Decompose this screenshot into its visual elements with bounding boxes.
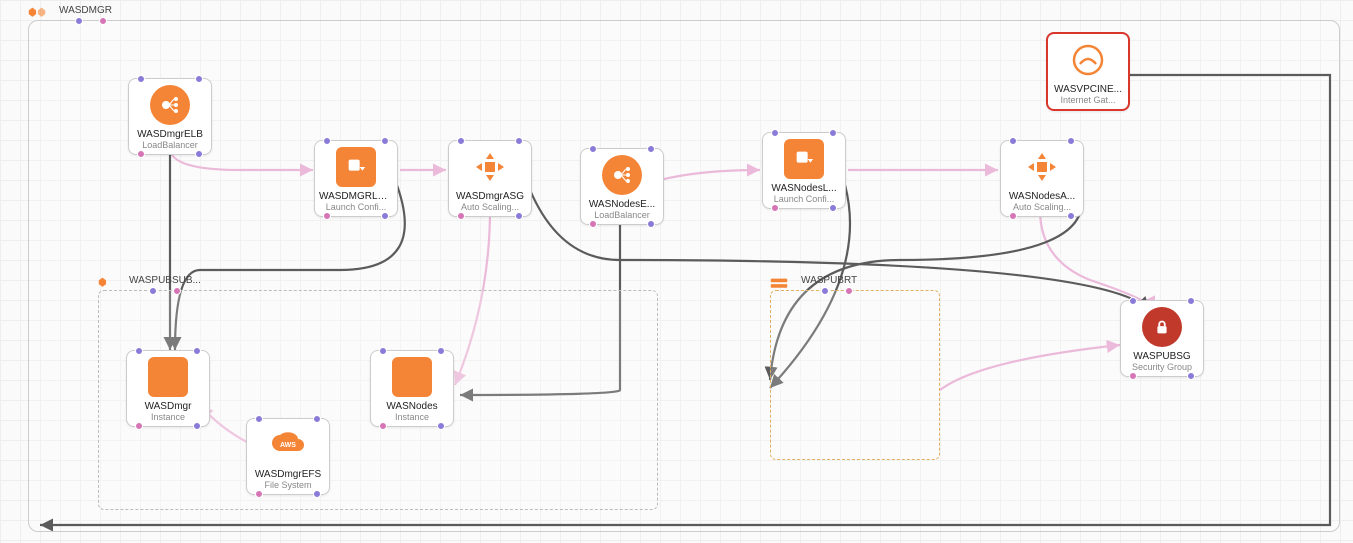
aws-logo-icon (25, 3, 49, 27)
ec2-instance-icon (392, 357, 432, 397)
node-subtitle: Security Group (1125, 362, 1199, 372)
node-title: WASDmgrASG (453, 191, 527, 202)
node-wasnodes[interactable]: WASNodes Instance (370, 350, 454, 427)
node-title: WASNodesL... (767, 183, 841, 194)
ec2-instance-icon (148, 357, 188, 397)
node-subtitle: LoadBalancer (133, 140, 207, 150)
node-title: WASDmgrEFS (251, 469, 325, 480)
group-label: WASPUBRT (801, 275, 857, 286)
group-label: WASPUBSUB... (129, 275, 201, 286)
node-title: WASDMGRLC... (319, 191, 393, 202)
node-subtitle: File System (251, 480, 325, 490)
node-title: WASNodesA... (1005, 191, 1079, 202)
node-subtitle: Auto Scaling... (1005, 202, 1079, 212)
node-wasnodesa[interactable]: WASNodesA... Auto Scaling... (1000, 140, 1084, 217)
route-table-icon (767, 273, 791, 297)
node-wasdmgr[interactable]: WASDmgr Instance (126, 350, 210, 427)
node-waspubsg[interactable]: WASPUBSG Security Group (1120, 300, 1204, 377)
group-label: WASDMGR (59, 5, 112, 16)
efs-icon: AWS (268, 425, 308, 465)
aws-logo-icon (95, 273, 119, 297)
load-balancer-icon (150, 85, 190, 125)
node-subtitle: Launch Confi... (767, 194, 841, 204)
node-title: WASDmgrELB (133, 129, 207, 140)
node-wasdmgrefs[interactable]: AWS WASDmgrEFS File System (246, 418, 330, 495)
node-title: WASVPCINE... (1052, 84, 1124, 95)
node-subtitle: Auto Scaling... (453, 202, 527, 212)
node-wasnodesl[interactable]: WASNodesL... Launch Confi... (762, 132, 846, 209)
autoscaling-icon (470, 147, 510, 187)
diagram-canvas[interactable]: WASDMGR WASPUBSUB... WASPUBRT WASVPCINE.… (0, 0, 1353, 543)
node-title: WASNodes (375, 401, 449, 412)
security-group-icon (1142, 307, 1182, 347)
node-title: WASPUBSG (1125, 351, 1199, 362)
launch-config-icon (336, 147, 376, 187)
launch-config-icon (784, 139, 824, 179)
node-wasdmgrelb[interactable]: WASDmgrELB LoadBalancer (128, 78, 212, 155)
group-waspubrt[interactable]: WASPUBRT (770, 290, 940, 460)
node-title: WASNodesE... (585, 199, 659, 210)
internet-gateway-icon (1068, 40, 1108, 80)
node-subtitle: Instance (375, 412, 449, 422)
load-balancer-icon (602, 155, 642, 195)
node-subtitle: Launch Confi... (319, 202, 393, 212)
node-wasdmgrlc[interactable]: WASDMGRLC... Launch Confi... (314, 140, 398, 217)
node-subtitle: Instance (131, 412, 205, 422)
node-subtitle: LoadBalancer (585, 210, 659, 220)
svg-text:AWS: AWS (280, 442, 296, 449)
node-wasdmgrasg[interactable]: WASDmgrASG Auto Scaling... (448, 140, 532, 217)
node-subtitle: Internet Gat... (1052, 95, 1124, 105)
node-wasnodese[interactable]: WASNodesE... LoadBalancer (580, 148, 664, 225)
node-title: WASDmgr (131, 401, 205, 412)
node-wasvpcine[interactable]: WASVPCINE... Internet Gat... (1046, 32, 1130, 111)
autoscaling-icon (1022, 147, 1062, 187)
